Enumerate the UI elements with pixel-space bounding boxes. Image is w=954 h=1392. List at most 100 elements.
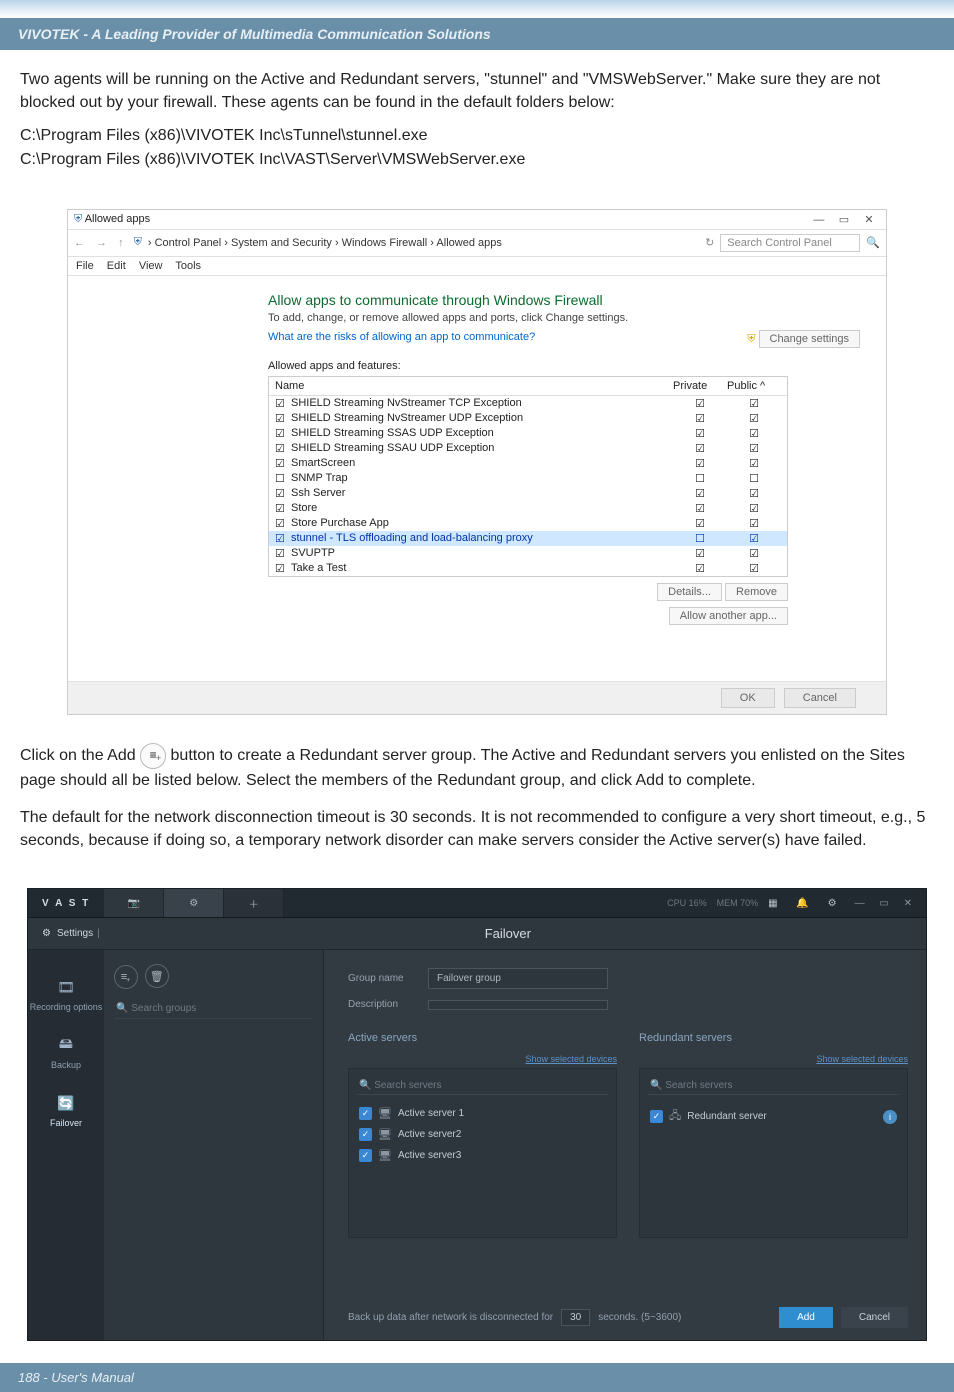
maximize-icon[interactable]: ▭ bbox=[879, 898, 894, 909]
private-checkbox[interactable]: ☑ bbox=[673, 412, 727, 425]
add-button[interactable]: Add bbox=[779, 1307, 833, 1328]
table-row[interactable]: ☑SmartScreen☑☑ bbox=[269, 456, 787, 471]
minimize-icon[interactable]: — bbox=[808, 214, 830, 226]
public-checkbox[interactable]: ☑ bbox=[727, 502, 781, 515]
sidebar-item-failover[interactable]: 🔄 Failover bbox=[50, 1092, 82, 1128]
close-icon[interactable]: ✕ bbox=[858, 213, 880, 226]
public-checkbox[interactable]: ☑ bbox=[727, 412, 781, 425]
breadcrumb[interactable]: › Control Panel › System and Security › … bbox=[148, 237, 699, 249]
table-row[interactable]: ☑SHIELD Streaming NvStreamer TCP Excepti… bbox=[269, 396, 787, 411]
sidebar-item-backup[interactable]: 🖴 Backup bbox=[51, 1034, 81, 1070]
backup-timeout-input[interactable]: 30 bbox=[561, 1309, 590, 1326]
private-checkbox[interactable]: ☑ bbox=[673, 457, 727, 470]
allow-another-app-button[interactable]: Allow another app... bbox=[669, 607, 788, 625]
tab-add[interactable]: ＋ bbox=[224, 889, 284, 917]
public-checkbox[interactable]: ☑ bbox=[727, 547, 781, 560]
window-menubar[interactable]: File Edit View Tools bbox=[68, 257, 886, 276]
change-settings-button[interactable]: Change settings bbox=[759, 330, 861, 348]
refresh-icon[interactable]: ↻ bbox=[705, 236, 714, 249]
col-public[interactable]: Public ^ bbox=[727, 380, 781, 392]
cancel-button[interactable]: Cancel bbox=[784, 688, 856, 708]
table-row[interactable]: ☑Store Purchase App☑☑ bbox=[269, 516, 787, 531]
list-item[interactable]: ✓🖥Active server3 bbox=[357, 1145, 608, 1166]
row-checkbox[interactable]: ☑ bbox=[275, 412, 291, 425]
menu-edit[interactable]: Edit bbox=[107, 260, 126, 272]
sidebar-item-recording[interactable]: 🎞 Recording options bbox=[30, 976, 103, 1012]
remove-button[interactable]: Remove bbox=[725, 583, 788, 601]
window-buttons[interactable]: — ▭ ✕ bbox=[808, 213, 880, 226]
cancel-button[interactable]: Cancel bbox=[841, 1307, 908, 1328]
search-redundant-servers[interactable]: 🔍 Search servers bbox=[648, 1077, 899, 1095]
table-row[interactable]: ☐SNMP Trap☐☐ bbox=[269, 471, 787, 486]
menu-view[interactable]: View bbox=[139, 260, 163, 272]
row-checkbox[interactable]: ☑ bbox=[275, 487, 291, 500]
public-checkbox[interactable]: ☑ bbox=[727, 487, 781, 500]
tab-camera[interactable]: 📷 bbox=[104, 889, 164, 917]
row-checkbox[interactable]: ☑ bbox=[275, 502, 291, 515]
search-groups-input[interactable]: 🔍 Search groups bbox=[114, 999, 313, 1019]
private-checkbox[interactable]: ☐ bbox=[673, 532, 727, 545]
nav-back-forward[interactable]: ← → ↑ bbox=[74, 237, 128, 249]
table-row[interactable]: ☑Ssh Server☑☑ bbox=[269, 486, 787, 501]
public-checkbox[interactable]: ☑ bbox=[727, 427, 781, 440]
table-row[interactable]: ☑SVUPTP☑☑ bbox=[269, 546, 787, 561]
row-checkbox[interactable]: ☑ bbox=[275, 457, 291, 470]
public-checkbox[interactable]: ☑ bbox=[727, 532, 781, 545]
bell-icon[interactable]: 🔔 bbox=[796, 898, 816, 909]
show-selected-link-redundant[interactable]: Show selected devices bbox=[639, 1054, 908, 1064]
row-checkbox[interactable]: ☐ bbox=[275, 472, 291, 485]
row-checkbox[interactable]: ☑ bbox=[275, 547, 291, 560]
grid-icon[interactable]: ▦ bbox=[768, 898, 785, 909]
public-checkbox[interactable]: ☐ bbox=[727, 472, 781, 485]
row-checkbox[interactable]: ☑ bbox=[275, 397, 291, 410]
search-active-servers[interactable]: 🔍 Search servers bbox=[357, 1077, 608, 1095]
details-button[interactable]: Details... bbox=[657, 583, 722, 601]
info-icon[interactable]: i bbox=[883, 1110, 897, 1124]
table-row[interactable]: ☑SHIELD Streaming NvStreamer UDP Excepti… bbox=[269, 411, 787, 426]
private-checkbox[interactable]: ☑ bbox=[673, 397, 727, 410]
minimize-icon[interactable]: — bbox=[855, 898, 871, 909]
delete-group-button[interactable]: 🗑 bbox=[145, 964, 169, 988]
public-checkbox[interactable]: ☑ bbox=[727, 442, 781, 455]
table-row[interactable]: ☑SHIELD Streaming SSAU UDP Exception☑☑ bbox=[269, 441, 787, 456]
public-checkbox[interactable]: ☑ bbox=[727, 397, 781, 410]
row-checkbox[interactable]: ☑ bbox=[275, 517, 291, 530]
search-icon[interactable]: 🔍 bbox=[866, 236, 880, 249]
private-checkbox[interactable]: ☑ bbox=[673, 442, 727, 455]
server-checkbox[interactable]: ✓ bbox=[359, 1149, 372, 1162]
public-checkbox[interactable]: ☑ bbox=[727, 562, 781, 575]
col-private[interactable]: Private bbox=[673, 380, 727, 392]
row-checkbox[interactable]: ☑ bbox=[275, 532, 291, 545]
list-item[interactable]: ✓🖥Active server 1 bbox=[357, 1103, 608, 1124]
row-checkbox[interactable]: ☑ bbox=[275, 442, 291, 455]
private-checkbox[interactable]: ☑ bbox=[673, 547, 727, 560]
public-checkbox[interactable]: ☑ bbox=[727, 457, 781, 470]
search-control-panel[interactable]: Search Control Panel bbox=[720, 234, 860, 252]
row-checkbox[interactable]: ☑ bbox=[275, 562, 291, 575]
settings-home-icon[interactable]: ⚙ bbox=[42, 928, 51, 939]
private-checkbox[interactable]: ☑ bbox=[673, 517, 727, 530]
crumb-settings[interactable]: Settings bbox=[57, 928, 93, 939]
menu-tools[interactable]: Tools bbox=[175, 260, 201, 272]
description-input[interactable] bbox=[428, 1000, 608, 1010]
risks-link[interactable]: What are the risks of allowing an app to… bbox=[268, 331, 747, 343]
ok-button[interactable]: OK bbox=[721, 688, 775, 708]
tab-settings[interactable]: ⚙ bbox=[164, 889, 224, 917]
list-item[interactable]: ✓🖥Active server2 bbox=[357, 1124, 608, 1145]
group-name-input[interactable]: Failover group bbox=[428, 968, 608, 989]
add-group-button[interactable]: ≡+ bbox=[114, 965, 138, 989]
settings-gear-icon[interactable]: ⚙ bbox=[828, 898, 845, 909]
table-row[interactable]: ☑Store☑☑ bbox=[269, 501, 787, 516]
row-checkbox[interactable]: ☑ bbox=[275, 427, 291, 440]
server-checkbox[interactable]: ✓ bbox=[359, 1128, 372, 1141]
server-checkbox[interactable]: ✓ bbox=[359, 1107, 372, 1120]
private-checkbox[interactable]: ☑ bbox=[673, 487, 727, 500]
private-checkbox[interactable]: ☑ bbox=[673, 427, 727, 440]
table-row[interactable]: ☑SHIELD Streaming SSAS UDP Exception☑☑ bbox=[269, 426, 787, 441]
private-checkbox[interactable]: ☑ bbox=[673, 562, 727, 575]
table-row[interactable]: ☑Take a Test☑☑ bbox=[269, 561, 787, 576]
list-item[interactable]: ✓🖧Redundant serveri bbox=[648, 1103, 899, 1130]
public-checkbox[interactable]: ☑ bbox=[727, 517, 781, 530]
table-row[interactable]: ☑stunnel - TLS offloading and load-balan… bbox=[269, 531, 787, 546]
server-checkbox[interactable]: ✓ bbox=[650, 1110, 663, 1123]
